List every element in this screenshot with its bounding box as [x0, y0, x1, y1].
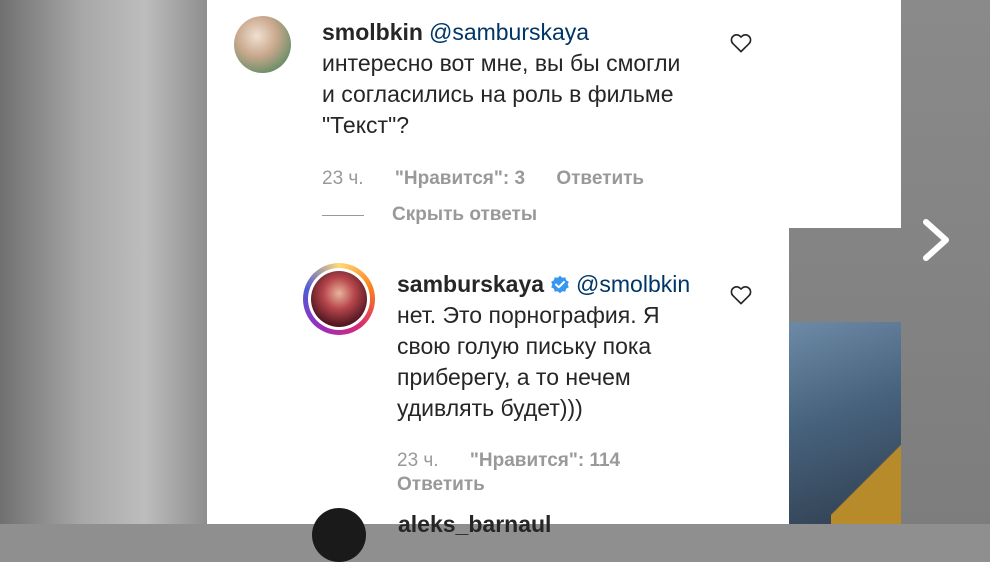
next-post-preview-photo	[789, 322, 901, 524]
comment-line: интересно вот мне, вы бы смогли	[322, 50, 681, 76]
username-link[interactable]: aleks_barnaul	[398, 511, 551, 538]
comment-likes[interactable]: "Нравится": 3	[395, 168, 525, 189]
hide-replies-button[interactable]: Скрыть ответы	[392, 204, 537, 226]
next-post-preview-top	[789, 0, 901, 228]
comment-line: удивлять будет)))	[397, 395, 583, 421]
mention-link[interactable]: @samburskaya	[429, 19, 589, 45]
mention-link[interactable]: @smolbkin	[576, 271, 690, 297]
avatar-image	[311, 271, 367, 327]
background-left	[0, 0, 207, 524]
chevron-right-icon[interactable]	[918, 218, 952, 262]
comment-time[interactable]: 23 ч.	[397, 450, 439, 471]
comment-meta: 23 ч. "Нравится": 3 Ответить	[322, 168, 644, 190]
comment-header: smolbkin @samburskaya	[322, 17, 722, 48]
avatar-samburskaya[interactable]	[303, 263, 375, 335]
avatar-aleks-barnaul[interactable]	[312, 508, 366, 562]
comment-smolbkin: smolbkin @samburskaya интересно вот мне, …	[322, 17, 722, 141]
reply-button[interactable]: Ответить	[397, 474, 485, 495]
comment-line: свою голую письку пока	[397, 333, 652, 359]
comment-likes[interactable]: "Нравится": 114	[470, 450, 620, 471]
comment-line: нет. Это порнография. Я	[397, 302, 660, 328]
replies-divider	[322, 215, 364, 216]
comment-line: и согласились на роль в фильме	[322, 81, 674, 107]
comment-time[interactable]: 23 ч.	[322, 168, 364, 189]
avatar-smolbkin[interactable]	[234, 16, 291, 73]
comment-line: приберегу, а то нечем	[397, 364, 631, 390]
username-link[interactable]: smolbkin	[322, 19, 423, 45]
comment-actions: Ответить	[397, 474, 485, 496]
avatar-ring-gap	[308, 268, 370, 330]
verified-badge-icon	[551, 275, 569, 294]
comment-samburskaya: samburskaya @smolbkin нет. Это порнограф…	[397, 269, 717, 424]
reply-button[interactable]: Ответить	[556, 168, 644, 189]
username-link[interactable]: samburskaya	[397, 271, 544, 297]
comment-line: "Текст"?	[322, 112, 410, 138]
heart-icon[interactable]	[730, 285, 752, 305]
comment-meta: 23 ч. "Нравится": 114	[397, 450, 646, 472]
comment-header: samburskaya @smolbkin	[397, 269, 717, 300]
heart-icon[interactable]	[730, 33, 752, 53]
